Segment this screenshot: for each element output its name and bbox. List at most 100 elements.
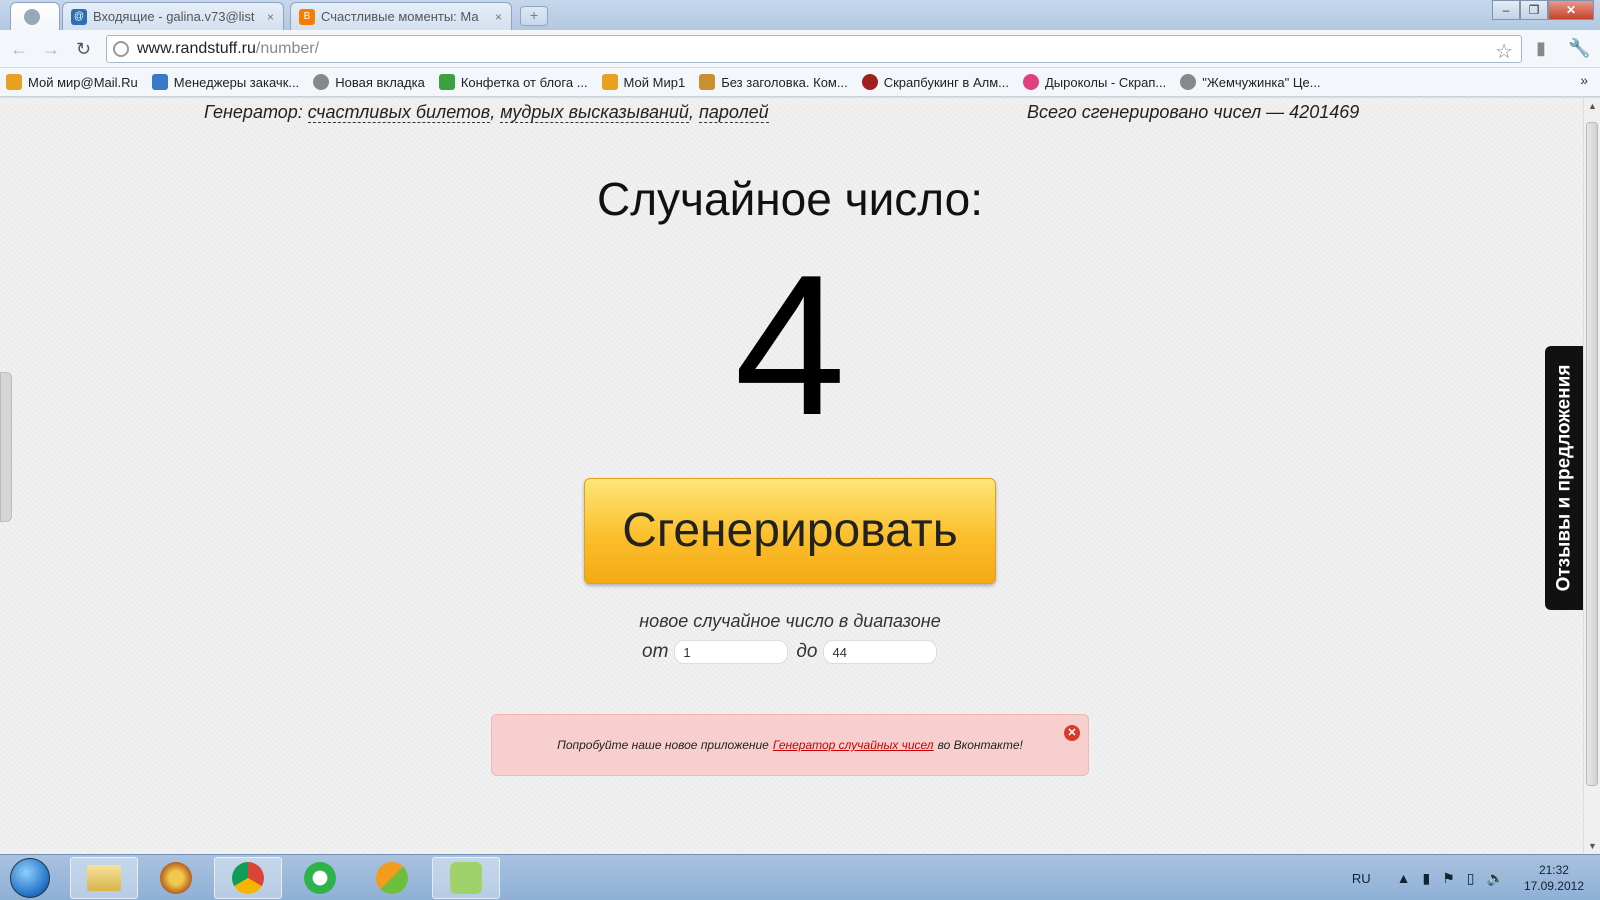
scroll-down-icon[interactable]: ▼ xyxy=(1588,841,1597,851)
link-lucky-tickets[interactable]: счастливых билетов xyxy=(307,102,491,123)
bookmark-item[interactable]: Без заголовка. Ком... xyxy=(699,74,848,90)
bookmark-icon xyxy=(6,74,22,90)
generator-nav: Генератор: счастливых билетов, мудрых вы… xyxy=(204,102,769,123)
clock[interactable]: 21:32 17.09.2012 xyxy=(1524,862,1584,894)
mail-agent-icon xyxy=(304,862,336,894)
blogger-icon: B xyxy=(299,8,315,25)
from-label: от xyxy=(642,641,669,662)
range-inputs: от до xyxy=(642,640,945,664)
folder-icon xyxy=(87,865,121,891)
minimize-icon[interactable]: – xyxy=(1492,0,1520,20)
tray-expand-icon[interactable]: ▲ xyxy=(1397,870,1411,886)
scrollbar-thumb[interactable] xyxy=(1586,122,1598,786)
link-wise-sayings[interactable]: мудрых высказываний xyxy=(500,102,689,123)
scroll-up-icon[interactable]: ▲ xyxy=(1588,101,1597,111)
bookmark-item[interactable]: Скрапбукинг в Алм... xyxy=(861,74,1009,90)
taskbar-app[interactable] xyxy=(142,857,210,899)
feedback-label: Отзывы и предложения xyxy=(1553,364,1574,592)
to-label: до xyxy=(796,641,818,662)
bookmark-icon xyxy=(1180,74,1197,90)
close-icon[interactable]: ✕ xyxy=(1064,725,1080,741)
clock-time: 21:32 xyxy=(1538,863,1569,877)
battery-icon[interactable]: ▯ xyxy=(1467,870,1475,887)
green-app-icon xyxy=(450,862,482,894)
tab-close-icon[interactable]: × xyxy=(267,10,274,24)
taskbar-mail-agent[interactable] xyxy=(286,857,354,899)
bookmark-item[interactable]: "Жемчужинка" Це... xyxy=(1180,74,1321,90)
url-host: www.randstuff.ru xyxy=(137,40,256,57)
taskbar-chrome[interactable] xyxy=(214,857,282,899)
nav-separator: , xyxy=(688,102,694,122)
promo-text-before: Попробуйте наше новое приложение xyxy=(557,738,769,752)
globe-icon xyxy=(24,8,40,25)
promo-link[interactable]: Генератор случайных чисел xyxy=(773,738,934,752)
random-number: 4 xyxy=(734,234,846,457)
bookmark-item[interactable]: Новая вкладка xyxy=(313,74,425,90)
generate-button[interactable]: Сгенерировать xyxy=(584,478,996,584)
page-info-icon[interactable] xyxy=(113,41,129,57)
bookmark-icon xyxy=(313,74,330,90)
browser-tab-bar: @ Входящие - galina.v73@list × B Счастли… xyxy=(0,0,1600,30)
page-content: Генератор: счастливых билетов, мудрых вы… xyxy=(0,98,1583,854)
tab-label: Входящие - galina.v73@list xyxy=(93,9,255,24)
total-generated: Всего сгенерировано чисел — 4201469 xyxy=(1027,102,1360,122)
close-window-icon[interactable]: ✕ xyxy=(1548,0,1594,20)
bookmark-item[interactable]: Конфетка от блога ... xyxy=(438,74,588,90)
tab-blog[interactable]: B Счастливые моменты: Ма × xyxy=(290,2,512,30)
feedback-tab[interactable]: Отзывы и предложения xyxy=(1545,346,1583,610)
bookmark-item[interactable]: Мой мир@Mail.Ru xyxy=(6,74,138,90)
taskbar-explorer[interactable] xyxy=(70,857,138,899)
restore-icon[interactable]: ❐ xyxy=(1520,0,1548,20)
flower-app-icon xyxy=(160,862,192,894)
url-path: /number/ xyxy=(255,40,320,57)
nav-separator: , xyxy=(490,102,496,122)
bookmark-icon xyxy=(438,74,455,90)
orange-green-app-icon xyxy=(376,862,408,894)
taskbar-app-2[interactable] xyxy=(358,857,426,899)
reload-icon[interactable]: ↻ xyxy=(76,39,91,60)
back-arrow-icon[interactable]: ← xyxy=(10,39,28,60)
side-panel-handle[interactable] xyxy=(0,372,12,522)
system-tray: RU ▲ ▮ ⚑ ▯ 🔈 21:32 17.09.2012 xyxy=(1352,855,1600,900)
tab-mail[interactable]: @ Входящие - galina.v73@list × xyxy=(62,2,284,30)
flag-icon[interactable]: ⚑ xyxy=(1442,870,1455,887)
generator-nav-prefix: Генератор: xyxy=(204,102,303,122)
tab-new[interactable] xyxy=(10,2,60,30)
link-passwords[interactable]: паролей xyxy=(698,102,769,123)
bookmark-item[interactable]: Менеджеры закачк... xyxy=(151,74,299,90)
forward-arrow-icon[interactable]: → xyxy=(42,39,60,60)
bookmark-item[interactable]: Дыроколы - Скрап... xyxy=(1022,74,1166,90)
vertical-scrollbar[interactable]: ▲ ▼ xyxy=(1583,98,1600,854)
wrench-icon[interactable]: 🔧 xyxy=(1568,38,1590,59)
tab-close-icon[interactable]: × xyxy=(495,10,502,24)
language-indicator[interactable]: RU xyxy=(1352,871,1371,886)
page-title: Случайное число: xyxy=(596,173,984,225)
browser-toolbar: ← → ↻ www.randstuff.ru/number/ ☆ ▮ 🔧 xyxy=(0,30,1600,68)
bookmark-icon xyxy=(601,74,618,90)
promo-banner: Попробуйте наше новое приложение Генерат… xyxy=(491,714,1089,776)
bookmark-icon xyxy=(1022,74,1039,90)
bookmark-star-icon[interactable]: ☆ xyxy=(1495,39,1513,64)
taskbar-app-3[interactable] xyxy=(432,857,500,899)
windows-taskbar: RU ▲ ▮ ⚑ ▯ 🔈 21:32 17.09.2012 xyxy=(0,854,1600,900)
tab-label: Счастливые моменты: Ма xyxy=(321,9,479,24)
bookmark-item[interactable]: Мой Мир1 xyxy=(601,74,685,90)
range-to-input[interactable] xyxy=(823,640,938,664)
start-button[interactable] xyxy=(10,858,50,898)
signal-icon[interactable]: ▮ xyxy=(1536,38,1546,59)
window-controls: – ❐ ✕ xyxy=(1492,0,1594,20)
clock-date: 17.09.2012 xyxy=(1523,879,1584,893)
network-icon[interactable]: ▮ xyxy=(1423,870,1431,887)
mail-icon: @ xyxy=(71,8,87,25)
bookmarks-bar: Мой мир@Mail.Ru Менеджеры закачк... Нова… xyxy=(0,68,1600,97)
chrome-icon xyxy=(232,862,264,894)
volume-icon[interactable]: 🔈 xyxy=(1487,870,1504,887)
bookmark-icon xyxy=(151,74,168,90)
range-caption: новое случайное число в диапазоне xyxy=(639,611,941,631)
bookmarks-overflow-icon[interactable]: » xyxy=(1580,72,1588,88)
bookmark-icon xyxy=(861,74,878,90)
range-from-input[interactable] xyxy=(674,640,789,664)
address-bar[interactable]: www.randstuff.ru/number/ ☆ xyxy=(106,35,1522,63)
promo-text-after: во Вконтакте! xyxy=(937,738,1023,752)
new-tab-button[interactable]: + xyxy=(520,6,548,26)
